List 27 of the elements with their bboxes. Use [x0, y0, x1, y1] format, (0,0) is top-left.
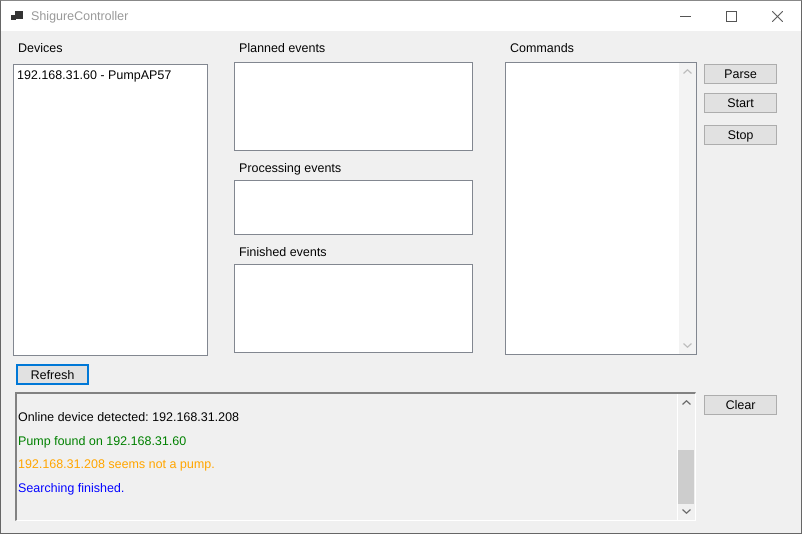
scrollbar[interactable]	[677, 394, 695, 520]
command-button[interactable]: Stop	[704, 125, 777, 145]
log-line: Online device detected: 192.168.31.208	[18, 409, 240, 426]
refresh-button[interactable]: Refresh	[16, 364, 89, 385]
log-line: Searching finished.	[18, 480, 126, 497]
app-icon	[11, 10, 23, 22]
devices-label: Devices	[17, 40, 64, 57]
planned-events-list[interactable]	[234, 62, 473, 151]
command-button[interactable]: Parse	[704, 64, 777, 84]
window-title: ShigureController	[31, 9, 128, 23]
processing-events-list[interactable]	[234, 180, 473, 235]
log-line: Pump found on 192.168.31.60	[18, 432, 188, 450]
log-line: 192.168.31.208 seems not a pump.	[18, 456, 216, 473]
scroll-up-icon[interactable]	[682, 400, 691, 405]
finished-events-list[interactable]	[234, 264, 473, 353]
processing-events-label: Processing events	[238, 160, 342, 177]
clear-button[interactable]: Clear	[704, 395, 777, 415]
command-button[interactable]: Start	[704, 93, 777, 113]
device-item[interactable]: 192.168.31.60 - PumpAP57	[17, 67, 204, 83]
maximize-icon[interactable]	[726, 10, 737, 22]
close-icon[interactable]	[772, 10, 783, 22]
planned-events-label: Planned events	[238, 40, 326, 57]
scroll-thumb[interactable]	[678, 450, 694, 504]
finished-events-label: Finished events	[238, 244, 328, 261]
scroll-down-icon[interactable]	[682, 509, 691, 514]
commands-label: Commands	[509, 40, 575, 57]
devices-list[interactable]: 192.168.31.60 - PumpAP57	[13, 64, 208, 356]
